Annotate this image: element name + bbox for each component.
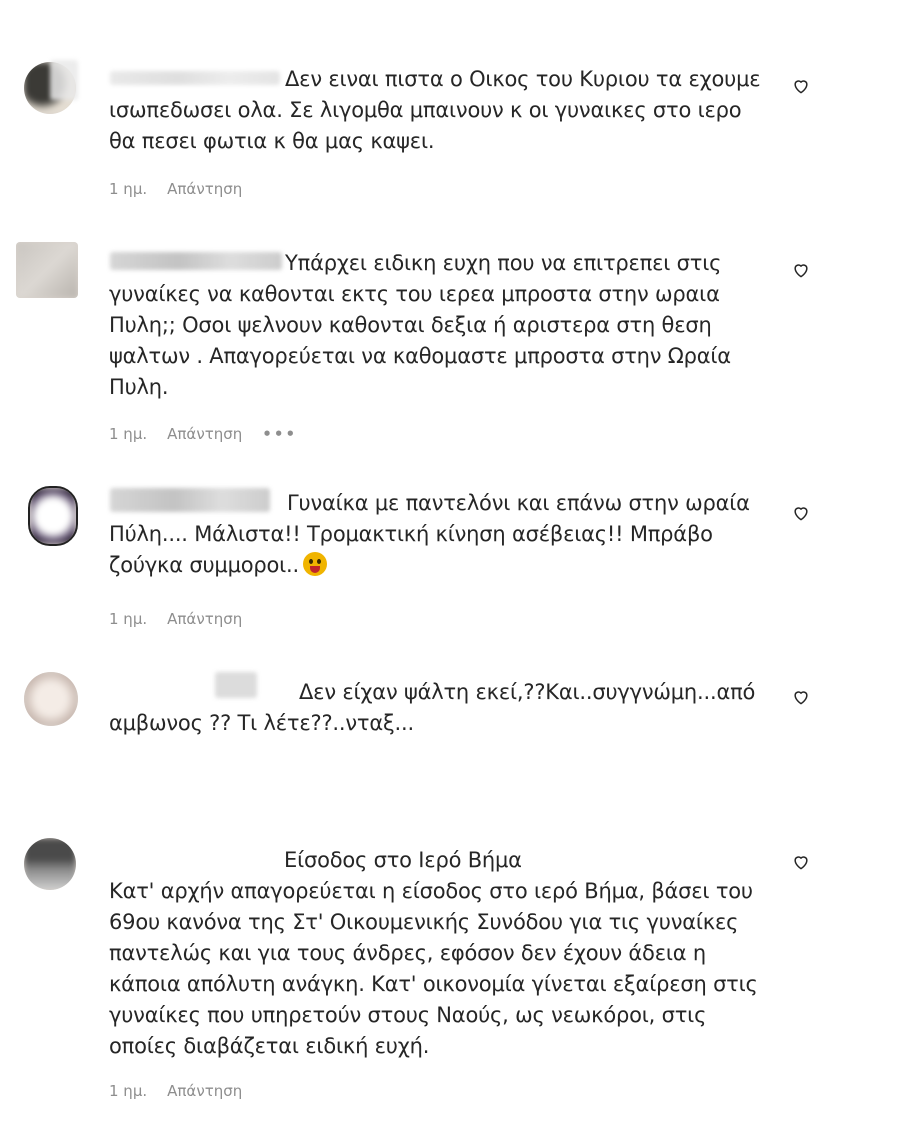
more-options-icon[interactable]: ••• bbox=[262, 425, 297, 443]
comment-meta: 1 ημ. Απάντηση ••• bbox=[109, 425, 317, 443]
comment-text: Δεν είχαν ψάλτη εκεί,??Και..συγγνώμη...α… bbox=[109, 680, 756, 735]
comment-meta: 1 ημ. Απάντηση bbox=[109, 180, 262, 198]
blurred-username bbox=[50, 60, 78, 100]
comment-meta: 1 ημ. Απάντηση bbox=[109, 610, 262, 628]
comment-time: 1 ημ. bbox=[109, 1082, 148, 1100]
heart-outline-icon[interactable] bbox=[791, 687, 811, 707]
comment-text: Είσοδος στο Ιερό Βήμα Κατ' αρχήν απαγορε… bbox=[109, 845, 769, 1062]
heart-outline-icon[interactable] bbox=[791, 852, 811, 872]
tongue-out-emoji-icon bbox=[303, 552, 328, 576]
avatar[interactable] bbox=[24, 838, 76, 890]
comment-text: Υπάρχει ειδικη ευχη που να επιτρεπει στι… bbox=[109, 251, 731, 399]
comment-time: 1 ημ. bbox=[109, 180, 148, 198]
reply-button[interactable]: Απάντηση bbox=[167, 1082, 242, 1100]
comment-meta: 1 ημ. Απάντηση bbox=[109, 1082, 262, 1100]
comment-title: Είσοδος στο Ιερό Βήμα bbox=[284, 848, 522, 872]
avatar[interactable] bbox=[16, 242, 78, 298]
comment-body: Γυναίκα με παντελόνι και επάνω στην ωραί… bbox=[109, 491, 750, 577]
comment-text: Γυναίκα με παντελόνι και επάνω στην ωραί… bbox=[109, 488, 769, 581]
heart-outline-icon[interactable] bbox=[791, 260, 811, 280]
comment-text: Δεν ειναι πιστα ο Οικος του Κυριου τα εχ… bbox=[109, 67, 761, 153]
heart-outline-icon[interactable] bbox=[791, 503, 811, 523]
comment-time: 1 ημ. bbox=[109, 610, 148, 628]
reply-button[interactable]: Απάντηση bbox=[167, 425, 242, 443]
reply-button[interactable]: Απάντηση bbox=[167, 610, 242, 628]
comment-body: Κατ' αρχήν απαγορεύεται η είσοδος στο ιε… bbox=[109, 879, 758, 1058]
comment-time: 1 ημ. bbox=[109, 425, 148, 443]
avatar[interactable] bbox=[28, 486, 78, 546]
avatar[interactable] bbox=[24, 672, 78, 726]
heart-outline-icon[interactable] bbox=[791, 76, 811, 96]
reply-button[interactable]: Απάντηση bbox=[167, 180, 242, 198]
